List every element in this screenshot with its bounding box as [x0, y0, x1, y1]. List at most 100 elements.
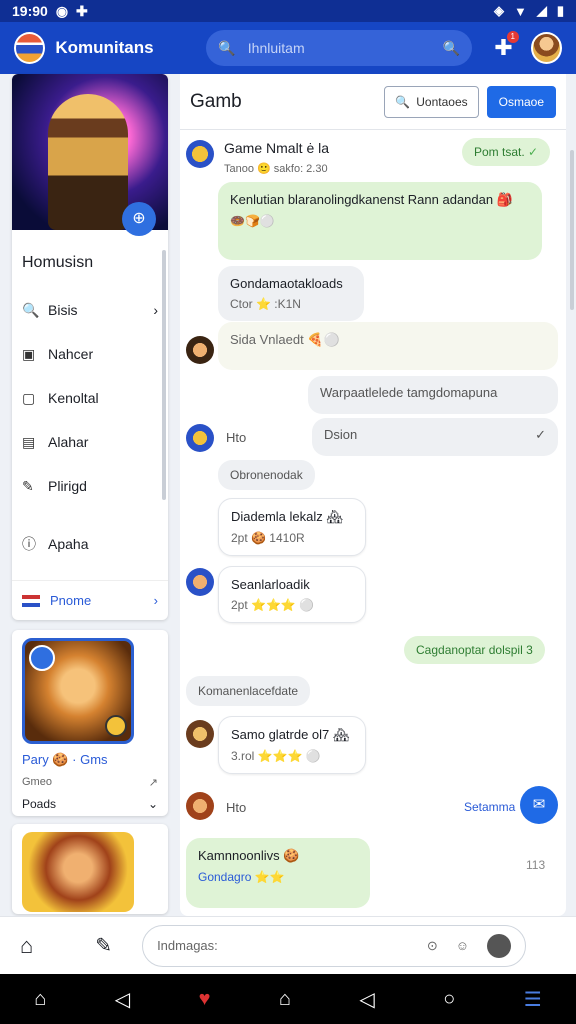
- chevron-right-icon: ›: [153, 302, 158, 318]
- sidebar-item-label: Alahar: [48, 434, 89, 450]
- check-icon: ✓: [535, 427, 546, 442]
- sidebar-item-alahar[interactable]: ▤ Alahar: [12, 420, 168, 464]
- sidebar-item-label: Kenoltal: [48, 390, 99, 406]
- sidebar-item-plirigd[interactable]: ✎ Plirigd: [12, 464, 168, 508]
- chevron-down-icon[interactable]: ⌄: [148, 797, 158, 811]
- sidebar-scrollbar[interactable]: [162, 250, 166, 500]
- sidebar-item-bisis[interactable]: 🔍 Bisis ›: [12, 288, 168, 332]
- sender-label: Hto: [226, 430, 247, 445]
- sidebar-item-apaha[interactable]: ⓘ Apaha: [12, 522, 168, 566]
- message-title: Samo glatrde ol7 🏘: [231, 727, 350, 742]
- hero-image: ⊕: [12, 74, 168, 236]
- message-bubble: Komanenlacefdate: [186, 676, 311, 706]
- main-header: Gamb 🔍 Uontaoes Osmaoe: [180, 74, 566, 130]
- avatar: [186, 720, 214, 748]
- page-title: Gamb: [190, 90, 242, 112]
- sidebar-card: ⊕ Homusisn 🔍 Bisis › ▣ Nahcer ▢ Kenoltal…: [12, 74, 168, 620]
- avatar[interactable]: [487, 933, 512, 958]
- game-thumbnail: [22, 638, 134, 744]
- home-icon[interactable]: ⌂: [20, 933, 33, 959]
- notification-badge: 1: [506, 31, 519, 43]
- scrollbar[interactable]: [570, 150, 574, 310]
- info-icon: ⓘ: [22, 536, 36, 552]
- hero-character: [48, 94, 128, 230]
- menu-title: Homusisn: [22, 254, 94, 271]
- message-title: Gondamaotakloads: [230, 276, 343, 291]
- emoji-icon[interactable]: ☺: [456, 938, 469, 953]
- message-title: Diademla lekalz 🏘: [231, 509, 343, 524]
- square-icon: ▢: [22, 389, 36, 406]
- promo-link[interactable]: Pnome ›: [12, 580, 168, 620]
- message-sub: Ctor ⭐ :K1N: [230, 297, 301, 311]
- message-title: Game Nmalt ė la: [224, 140, 330, 156]
- game-sub: Gmeo: [22, 776, 52, 788]
- app-bar: Komunitans 🔍 Ihnluitam 🔍 ✚ 1: [0, 22, 576, 74]
- avatar: [186, 568, 214, 596]
- home-icon[interactable]: ⌂: [279, 988, 291, 1011]
- signal-icon: ◢: [536, 3, 547, 18]
- back-icon[interactable]: ◁: [359, 987, 374, 1012]
- search-submit-icon[interactable]: 🔍: [443, 40, 460, 57]
- menu-icon[interactable]: ☰: [524, 987, 542, 1012]
- search-placeholder: Ihnluitam: [247, 40, 305, 56]
- check-icon: ✓: [528, 145, 539, 159]
- puzzle-icon: ✚: [76, 2, 88, 19]
- shield-icon: ▣: [22, 345, 36, 362]
- extensions-button[interactable]: ✚ 1: [494, 31, 519, 61]
- avatar: [186, 140, 214, 168]
- search-icon: 🔍: [395, 94, 411, 109]
- game-sub2: Poads: [22, 797, 57, 811]
- message-text: Obronenodak: [230, 468, 303, 482]
- hero-action-button[interactable]: ⊕: [122, 202, 156, 236]
- sidebar: ⊕ Homusisn 🔍 Bisis › ▣ Nahcer ▢ Kenoltal…: [12, 74, 168, 914]
- search-input[interactable]: 🔍 Ihnluitam 🔍: [206, 30, 473, 66]
- gamepad-icon: [29, 645, 55, 671]
- home-icon[interactable]: ⌂: [34, 988, 46, 1011]
- message-bubble: Kamnnoonlivs 🍪 Gondagro ⭐⭐: [186, 838, 370, 908]
- message-sub: 3.rol ⭐⭐⭐ ⚪: [231, 749, 321, 763]
- message-sub: Tanoo 🙂 sakfo: 2.30: [224, 163, 328, 175]
- message-title: Seanlarloadik: [231, 577, 310, 592]
- back-icon[interactable]: ◁: [115, 987, 130, 1012]
- pen-icon[interactable]: ✎: [95, 933, 112, 958]
- reply-fab[interactable]: ✉: [520, 786, 558, 824]
- avatar: [186, 792, 214, 820]
- main-panel: Gamb 🔍 Uontaoes Osmaoe Game Nmalt ė la T…: [180, 74, 566, 916]
- game-card-2[interactable]: [12, 824, 168, 914]
- avatar[interactable]: [530, 32, 562, 64]
- message-bubble: Seanlarloadik 2pt ⭐⭐⭐ ⚪: [218, 566, 366, 623]
- app-title: Komunitans: [55, 38, 154, 57]
- link-label[interactable]: Setamma: [464, 800, 515, 814]
- table-icon: ▤: [22, 433, 36, 450]
- sidebar-item-nahcer[interactable]: ▣ Nahcer: [12, 332, 168, 376]
- app-logo: [14, 32, 46, 64]
- battery-icon: ▮: [556, 3, 564, 18]
- sidebar-item-label: Plirigd: [48, 478, 87, 494]
- system-nav-bar: ⌂ ◁ ♥ ⌂ ◁ ○ ☰: [0, 974, 576, 1024]
- sidebar-item-kenoltal[interactable]: ▢ Kenoltal: [12, 376, 168, 420]
- message-sub: 2pt 🍪 1410R: [231, 531, 305, 545]
- message-bubble: Dsion ✓: [312, 418, 558, 456]
- message-bubble: Sida Vnlaedt 🍕⚪: [218, 322, 558, 370]
- message-time: 113: [526, 858, 546, 872]
- message-bubble: Gondamaotakloads Ctor ⭐ :K1N: [218, 266, 364, 321]
- primary-button[interactable]: Osmaoe: [486, 85, 556, 118]
- message-text: Dsion: [324, 427, 358, 442]
- message-input[interactable]: Indmagas: ⊙ ☺: [142, 924, 527, 967]
- message-bubble: Diademla lekalz 🏘 2pt 🍪 1410R: [218, 498, 366, 556]
- sender-label: Hto: [226, 800, 247, 815]
- message-text: Komanenlacefdate: [198, 684, 299, 698]
- flag-icon: [22, 594, 40, 607]
- sticker-icon[interactable]: ⊙: [427, 938, 438, 954]
- heart-icon[interactable]: ♥: [199, 988, 211, 1011]
- message-sub: Gondagro ⭐⭐: [198, 870, 285, 884]
- message-text: Sida Vnlaedt 🍕⚪: [230, 332, 340, 347]
- chat-area: Game Nmalt ė la Tanoo 🙂 sakfo: 2.30 Pom …: [180, 130, 566, 916]
- nfc-icon: ◈: [493, 3, 504, 18]
- message-title: Kamnnoonlivs 🍪: [198, 848, 300, 863]
- game-card[interactable]: Pary 🍪 · Gms Gmeo ↗ Poads ⌄: [12, 630, 168, 816]
- circle-icon[interactable]: ○: [443, 988, 455, 1011]
- sidebar-item-label: Apaha: [48, 536, 89, 552]
- search-button[interactable]: 🔍 Uontaoes: [384, 85, 479, 118]
- game-thumbnail-2: [22, 832, 134, 912]
